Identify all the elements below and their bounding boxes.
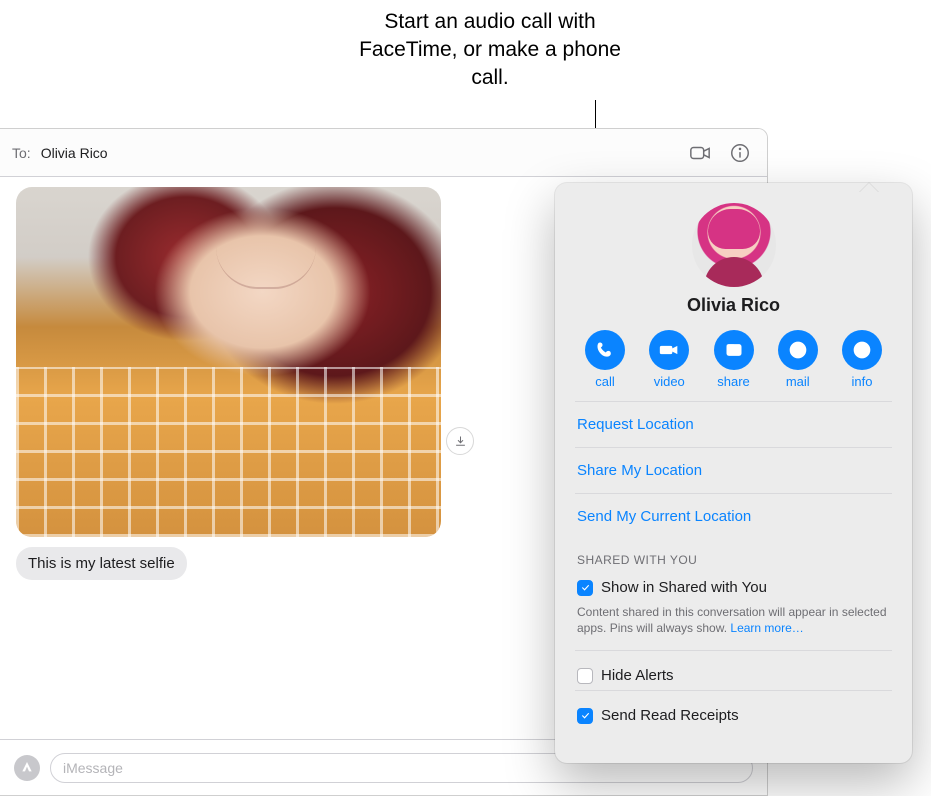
video-action[interactable]: video — [641, 330, 697, 389]
mail-action[interactable]: mail — [770, 330, 826, 389]
check-icon — [580, 710, 591, 721]
recipient-name: Olivia Rico — [41, 145, 108, 161]
learn-more-link[interactable]: Learn more… — [730, 621, 803, 635]
show-in-shared-checkbox-row[interactable]: Show in Shared with You — [575, 573, 892, 602]
send-read-receipts-checkbox[interactable] — [577, 708, 593, 724]
quick-actions-row: call video share mail info — [575, 330, 892, 401]
appstore-icon — [19, 760, 35, 776]
download-icon — [453, 434, 468, 449]
shared-description: Content shared in this conversation will… — [575, 602, 892, 650]
shared-with-you-heading: SHARED WITH YOU — [575, 539, 892, 573]
call-action[interactable]: call — [577, 330, 633, 389]
check-icon — [580, 582, 591, 593]
person-icon — [852, 340, 872, 360]
conversation-toolbar: To: Olivia Rico — [0, 129, 767, 177]
video-icon — [659, 340, 679, 360]
call-action-label: call — [595, 374, 615, 389]
show-in-shared-checkbox[interactable] — [577, 580, 593, 596]
incoming-image-message[interactable] — [16, 187, 441, 537]
info-icon — [729, 142, 751, 164]
info-button[interactable] — [725, 138, 755, 168]
share-screen-icon — [724, 340, 744, 360]
details-popover: Olivia Rico call video share mail info — [555, 183, 912, 763]
mail-action-label: mail — [786, 374, 810, 389]
hide-alerts-label: Hide Alerts — [601, 667, 674, 684]
apps-button[interactable] — [14, 755, 40, 781]
incoming-text-bubble[interactable]: This is my latest selfie — [16, 547, 187, 580]
request-location-link[interactable]: Request Location — [575, 402, 892, 447]
send-read-receipts-label: Send Read Receipts — [601, 707, 739, 724]
share-my-location-link[interactable]: Share My Location — [575, 448, 892, 493]
share-action[interactable]: share — [706, 330, 762, 389]
video-action-label: video — [654, 374, 685, 389]
callout-text: Start an audio call with FaceTime, or ma… — [340, 8, 640, 92]
video-icon — [689, 142, 711, 164]
share-action-label: share — [717, 374, 750, 389]
info-action[interactable]: info — [834, 330, 890, 389]
download-attachment-button[interactable] — [446, 427, 474, 455]
contact-name: Olivia Rico — [575, 295, 892, 316]
facetime-video-button[interactable] — [685, 138, 715, 168]
contact-avatar[interactable] — [692, 203, 776, 287]
phone-icon — [595, 340, 615, 360]
to-label: To: — [12, 145, 31, 161]
show-in-shared-label: Show in Shared with You — [601, 579, 767, 596]
send-read-receipts-row[interactable]: Send Read Receipts — [575, 691, 892, 730]
hide-alerts-checkbox[interactable] — [577, 668, 593, 684]
message-input-placeholder: iMessage — [63, 760, 123, 776]
mail-icon — [788, 340, 808, 360]
send-current-location-link[interactable]: Send My Current Location — [575, 494, 892, 539]
info-action-label: info — [852, 374, 873, 389]
hide-alerts-row[interactable]: Hide Alerts — [575, 651, 892, 690]
